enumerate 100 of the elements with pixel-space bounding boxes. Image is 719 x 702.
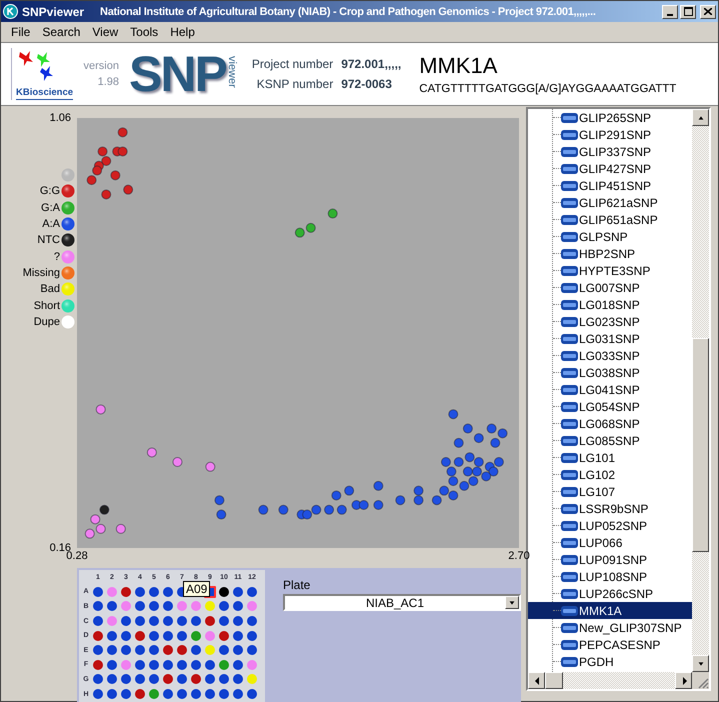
tree-item[interactable]: LG038SNP [528, 364, 692, 381]
tree-item[interactable]: LG107 [528, 483, 692, 500]
app-icon [3, 4, 18, 19]
legend-label: Dupe [34, 316, 60, 328]
tree-item[interactable]: LG102 [528, 466, 692, 483]
assay-name: MMK1A [419, 53, 498, 79]
snp-badge-icon [561, 112, 578, 122]
tree-item[interactable]: HYPTE3SNP [528, 262, 692, 279]
ksnp-number-label: KSNP number [256, 77, 334, 91]
tree-item[interactable]: GLIP265SNP [528, 109, 692, 126]
scroll-up-button[interactable] [692, 109, 709, 126]
snp-badge-icon [561, 470, 578, 480]
tree-item[interactable]: LG031SNP [528, 330, 692, 347]
snp-badge-icon [561, 554, 578, 564]
legend-label: NTC [37, 234, 60, 246]
down-arrow-icon [696, 660, 704, 668]
menu-item[interactable]: File [5, 25, 36, 39]
dropdown-arrow-icon [508, 598, 516, 606]
tree-item[interactable]: LUP266cSNP [528, 585, 692, 602]
tree-item[interactable]: LG007SNP [528, 279, 692, 296]
tree-item[interactable]: LG068SNP [528, 415, 692, 432]
legend-label: Short [34, 300, 60, 312]
snp-badge-icon [561, 334, 578, 344]
snp-badge-icon [561, 368, 578, 378]
tree-item[interactable]: LUP108SNP [528, 568, 692, 585]
snp-badge-icon [561, 572, 578, 582]
product-subtitle: viewer [226, 56, 238, 88]
snp-badge-icon [561, 198, 578, 208]
legend-label: ? [54, 250, 60, 263]
tree-item[interactable]: LG085SNP [528, 432, 692, 449]
tree-item[interactable]: LG101 [528, 449, 692, 466]
tree-item[interactable]: GLPSNP [528, 228, 692, 245]
minimize-button[interactable] [662, 4, 678, 18]
snp-badge-icon [561, 520, 578, 530]
tree-item[interactable]: LUP091SNP [528, 551, 692, 568]
snp-badge-icon [561, 504, 578, 514]
minimize-icon [667, 14, 673, 16]
tree-item[interactable]: LG054SNP [528, 398, 692, 415]
legend-label: Missing [22, 266, 60, 279]
legend-label: A:A [42, 218, 60, 230]
product-name: SNP [129, 49, 226, 99]
maximize-icon [684, 7, 692, 16]
tree-item[interactable]: LG041SNP [528, 381, 692, 398]
tree-item[interactable]: GLIP651aSNP [528, 211, 692, 228]
scroll-right-button[interactable] [675, 672, 692, 689]
snp-badge-icon [561, 656, 578, 666]
menu-item[interactable]: Help [164, 25, 201, 39]
tree-item[interactable]: GLIP337SNP [528, 143, 692, 160]
tree-item[interactable]: LG018SNP [528, 296, 692, 313]
maximize-button[interactable] [680, 4, 696, 18]
snp-badge-icon [561, 214, 578, 224]
snp-badge-icon [561, 266, 578, 276]
company-name: KBioscience [16, 86, 74, 100]
y-axis-tick-label: 1.06 [50, 112, 71, 124]
tree-item[interactable]: GLIP621aSNP [528, 194, 692, 211]
tree-item[interactable]: PEPCASESNP [528, 636, 692, 653]
snp-badge-icon [561, 452, 578, 462]
tree-item[interactable]: LG023SNP [528, 313, 692, 330]
x-axis-tick-label: 2.70 [508, 550, 530, 562]
x-axis-tick-label: 0.28 [66, 550, 88, 562]
tree-item[interactable]: LG033SNP [528, 347, 692, 364]
snp-badge-icon [561, 418, 578, 428]
scrollbar-thumb[interactable] [692, 338, 709, 552]
legend-label: G:G [40, 185, 60, 198]
snp-badge-icon [561, 402, 578, 412]
ksnp-number: 972-0063 [341, 77, 393, 91]
tree-item[interactable]: PGDH [528, 653, 692, 670]
project-number: 972.001,,,,, [341, 57, 402, 71]
version-number: 1.98 [98, 76, 119, 88]
plate-label: Plate [283, 578, 312, 592]
tree-item[interactable]: LUP066 [528, 534, 692, 551]
well[interactable] [219, 586, 229, 597]
tree-item[interactable]: GLIP451SNP [528, 177, 692, 194]
snp-badge-icon [561, 384, 578, 394]
tree-item[interactable]: HBP2SNP [528, 245, 692, 262]
well-tooltip: A09 [183, 580, 210, 597]
window-subtitle: National Institute of Agricultural Botany (NIAB) - Crop and Pathogen Genomics - Project 972.001,,,,,... [100, 6, 596, 18]
tree-item[interactable]: MMK1A [528, 602, 692, 619]
scrollbar-thumb[interactable] [545, 672, 563, 689]
scroll-down-button[interactable] [692, 655, 709, 672]
snp-badge-icon [561, 164, 578, 174]
snp-badge-icon [561, 232, 578, 242]
snp-badge-icon [561, 640, 578, 650]
resize-grip-icon[interactable] [698, 678, 709, 689]
menu-item[interactable]: Tools [124, 25, 164, 39]
snp-badge-icon [561, 350, 578, 360]
close-icon [704, 8, 712, 15]
tree-item[interactable]: LUP052SNP [528, 517, 692, 534]
close-button[interactable] [700, 4, 716, 18]
menu-item[interactable]: View [86, 25, 124, 39]
snp-badge-icon [561, 588, 578, 598]
snp-badge-icon [561, 622, 578, 632]
plate-dropdown[interactable]: NIAB_AC1 [283, 594, 521, 611]
tree-item[interactable]: GLIP427SNP [528, 160, 692, 177]
scroll-left-button[interactable] [528, 672, 545, 689]
tree-item[interactable]: GLIP291SNP [528, 126, 692, 143]
tree-item[interactable]: New_GLIP307SNP [528, 619, 692, 636]
snp-badge-icon [561, 146, 578, 156]
menu-item[interactable]: Search [36, 25, 86, 39]
tree-item[interactable]: LSSR9bSNP [528, 500, 692, 517]
